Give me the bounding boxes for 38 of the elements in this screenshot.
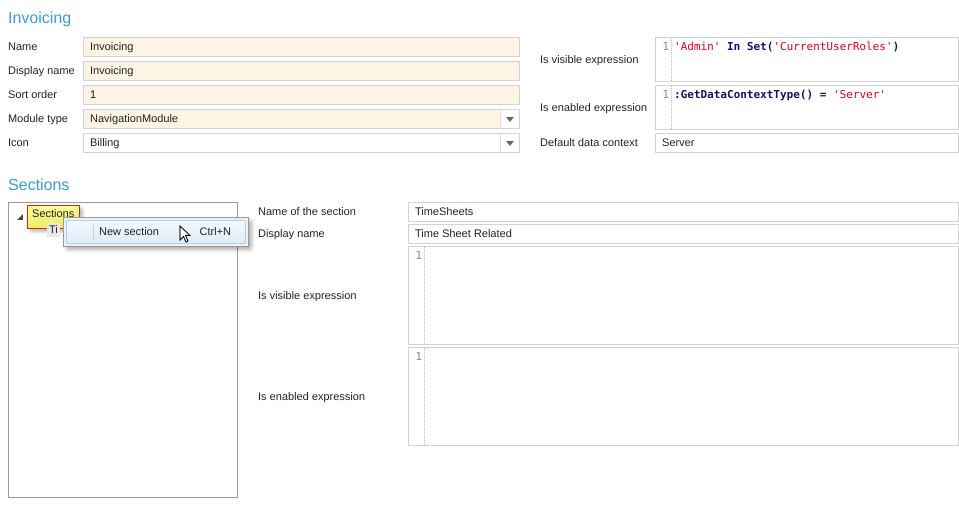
field-label: Is visible expression [540,54,640,66]
field-label: Name [8,41,38,53]
dropdown-field[interactable]: Billing [83,133,520,153]
menu-item[interactable]: New section Ctrl+N [66,220,246,244]
caret-icon [506,116,514,122]
field-label: Module type [8,113,69,125]
field-label: Display name [258,228,326,240]
field-label: Icon [8,137,30,149]
text-field[interactable]: Server [655,133,959,153]
line-number: 1 [661,40,669,53]
code-line: :GetDataContextType() = 'Server' [674,88,886,101]
code-editor[interactable]: 1 [408,246,959,345]
field-label: Display name [8,65,76,77]
dropdown-field[interactable]: NavigationModule [83,109,520,129]
field-label: Default data context [540,137,639,149]
line-number: 1 [414,350,422,363]
code-editor[interactable]: 1 :GetDataContextType() = 'Server' [655,85,959,130]
field-label: Is visible expression [258,290,358,302]
field-label: Is enabled expression [540,102,648,114]
code-editor[interactable]: 1 'Admin' In Set('CurrentUserRoles') [655,37,959,82]
text-field[interactable]: Invoicing [83,37,520,57]
code-line: 'Admin' In Set('CurrentUserRoles') [674,40,900,53]
field-label: Is enabled expression [258,390,366,402]
tree-item[interactable]: Ti [47,223,60,237]
field-label: Sort order [8,89,58,101]
expand-arrow-icon[interactable] [17,214,23,220]
text-field[interactable]: 1 [83,85,520,105]
code-editor[interactable]: 1 [408,347,959,446]
text-field[interactable]: Invoicing [83,61,520,81]
line-number: 1 [661,88,669,101]
text-field[interactable]: Time Sheet Related [408,224,959,244]
field-label: Name of the section [258,206,357,218]
caret-icon [506,140,514,146]
section-title: Sections [8,177,70,195]
section-title: Invoicing [8,10,72,28]
text-field[interactable]: TimeSheets [408,202,959,222]
cursor-icon [179,225,191,244]
line-number: 1 [414,249,422,262]
